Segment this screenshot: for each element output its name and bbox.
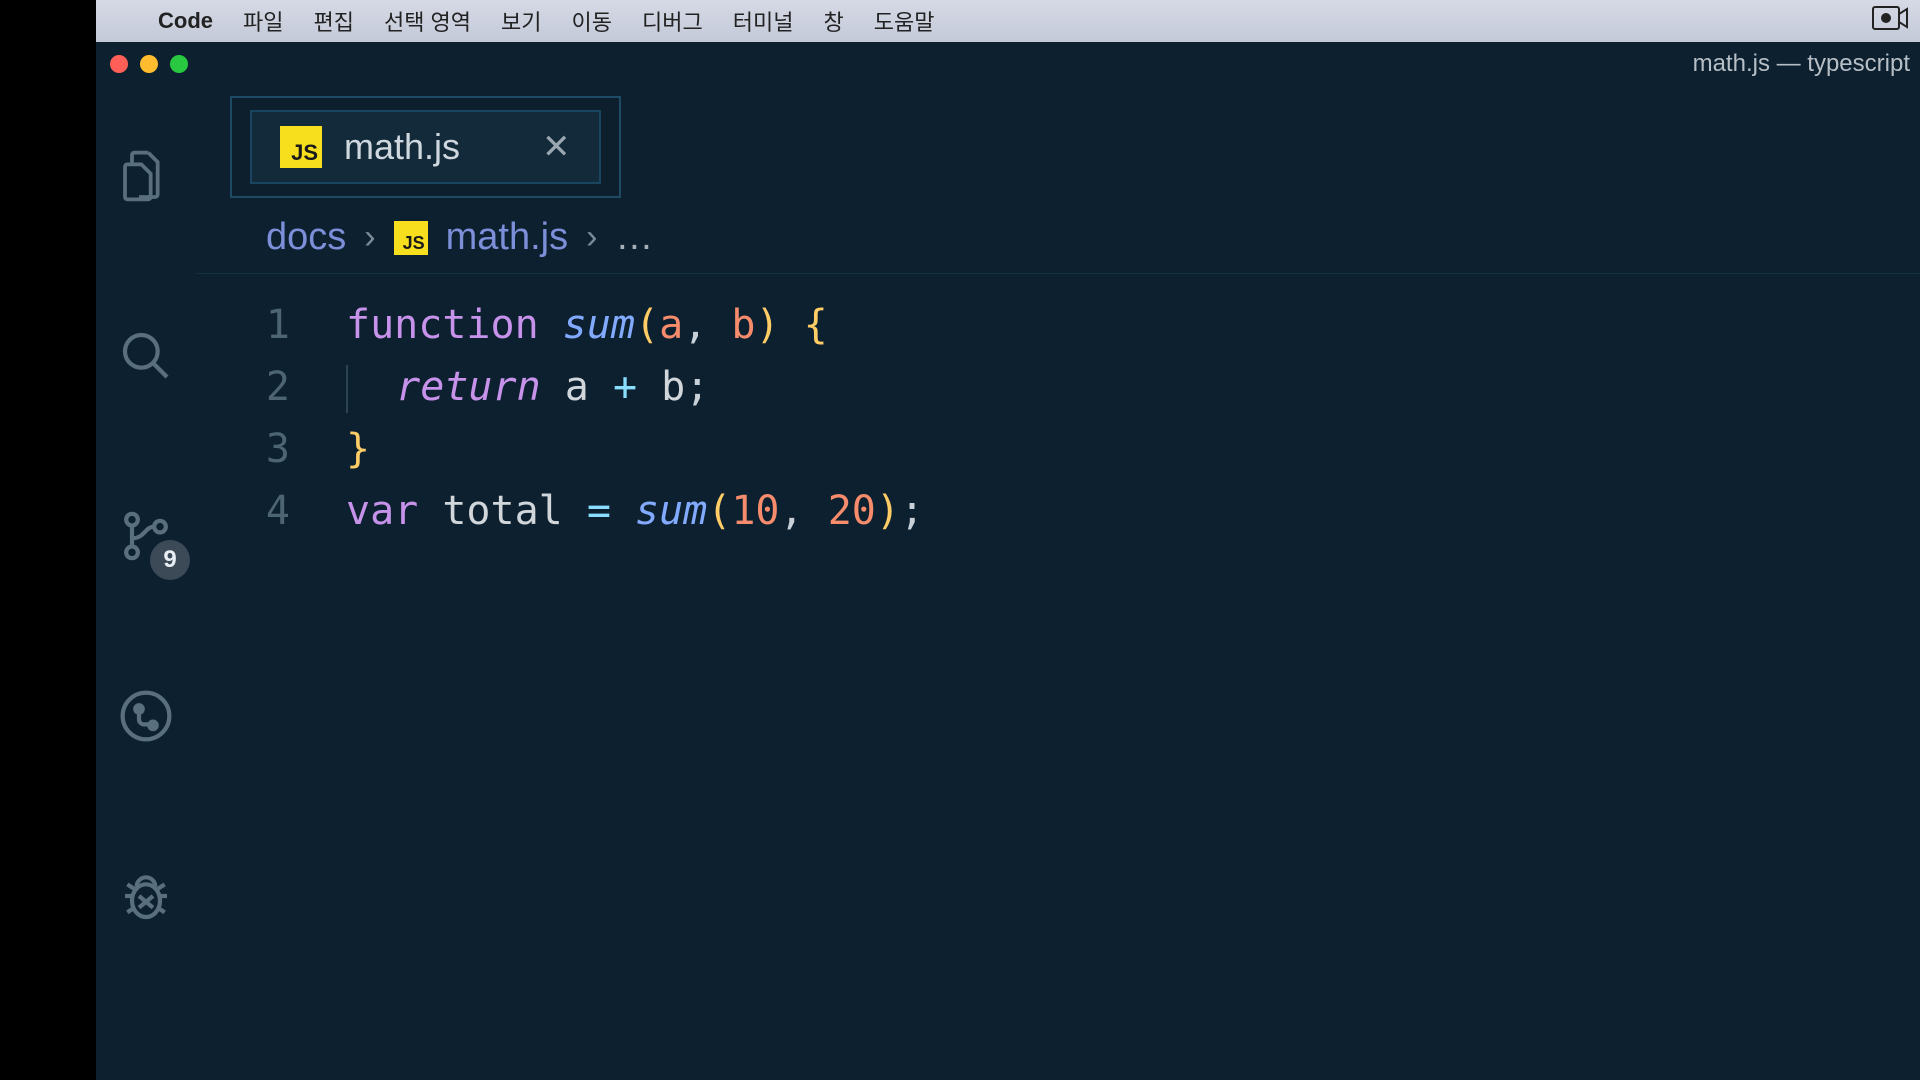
js-file-icon: JS [280, 126, 322, 168]
menu-debug[interactable]: 디버그 [642, 5, 703, 37]
line-number: 3 [196, 418, 346, 480]
menu-go[interactable]: 이동 [572, 5, 612, 37]
chevron-right-icon: › [586, 218, 597, 257]
line-number: 1 [196, 294, 346, 356]
breadcrumb-symbol[interactable]: … [615, 216, 653, 259]
js-file-icon: JS [394, 221, 428, 255]
code-line[interactable]: 3 } [196, 418, 1920, 480]
menu-window[interactable]: 창 [823, 5, 843, 37]
code-line[interactable]: 2 return a + b; [196, 356, 1920, 418]
code-view[interactable]: 1 function sum(a, b) { 2 return a + b; 3… [196, 274, 1920, 542]
window-close-button[interactable] [110, 55, 128, 73]
menu-terminal[interactable]: 터미널 [733, 5, 794, 37]
menubar-appname[interactable]: Code [158, 8, 213, 34]
line-content[interactable]: return a + b; [346, 356, 709, 418]
source-control-icon[interactable]: 9 [116, 506, 176, 566]
tab-label: math.js [344, 126, 460, 168]
line-number: 4 [196, 480, 346, 542]
search-icon[interactable] [116, 326, 176, 386]
tab-group: JS math.js ✕ [230, 96, 621, 198]
scm-badge: 9 [150, 540, 190, 580]
window-title: math.js — typescript [1693, 50, 1910, 78]
menu-view[interactable]: 보기 [501, 5, 541, 37]
explorer-icon[interactable] [116, 146, 176, 206]
code-line[interactable]: 4 var total = sum(10, 20); [196, 480, 1920, 542]
line-content[interactable]: } [346, 418, 370, 480]
window-zoom-button[interactable] [170, 55, 188, 73]
line-content[interactable]: var total = sum(10, 20); [346, 480, 924, 542]
record-icon[interactable] [1872, 4, 1908, 38]
line-content[interactable]: function sum(a, b) { [346, 294, 828, 356]
macos-menubar: Code 파일 편집 선택 영역 보기 이동 디버그 터미널 창 도움말 [96, 0, 1920, 42]
tab-row: JS math.js ✕ [196, 86, 1920, 198]
chevron-right-icon: › [364, 218, 375, 257]
tab-math-js[interactable]: JS math.js ✕ [250, 110, 601, 184]
code-line[interactable]: 1 function sum(a, b) { [196, 294, 1920, 356]
menu-edit[interactable]: 편집 [313, 5, 353, 37]
menu-file[interactable]: 파일 [243, 5, 283, 37]
line-number: 2 [196, 356, 346, 418]
menu-selection[interactable]: 선택 영역 [384, 5, 471, 37]
gitlens-icon[interactable] [116, 686, 176, 746]
breadcrumb[interactable]: docs › JS math.js › … [196, 198, 1920, 274]
window-minimize-button[interactable] [140, 55, 158, 73]
menu-help[interactable]: 도움말 [874, 5, 935, 37]
activity-bar: 9 [96, 86, 196, 1080]
window-titlebar: math.js — typescript [96, 42, 1920, 86]
breadcrumb-folder[interactable]: docs [266, 216, 346, 259]
editor-area: JS math.js ✕ docs › JS math.js › … 1 fun… [196, 86, 1920, 1080]
close-icon[interactable]: ✕ [542, 127, 571, 167]
debug-icon[interactable] [116, 866, 176, 926]
breadcrumb-file[interactable]: math.js [446, 216, 568, 259]
traffic-lights [110, 55, 188, 73]
editor-window: math.js — typescript 9 [96, 42, 1920, 1080]
